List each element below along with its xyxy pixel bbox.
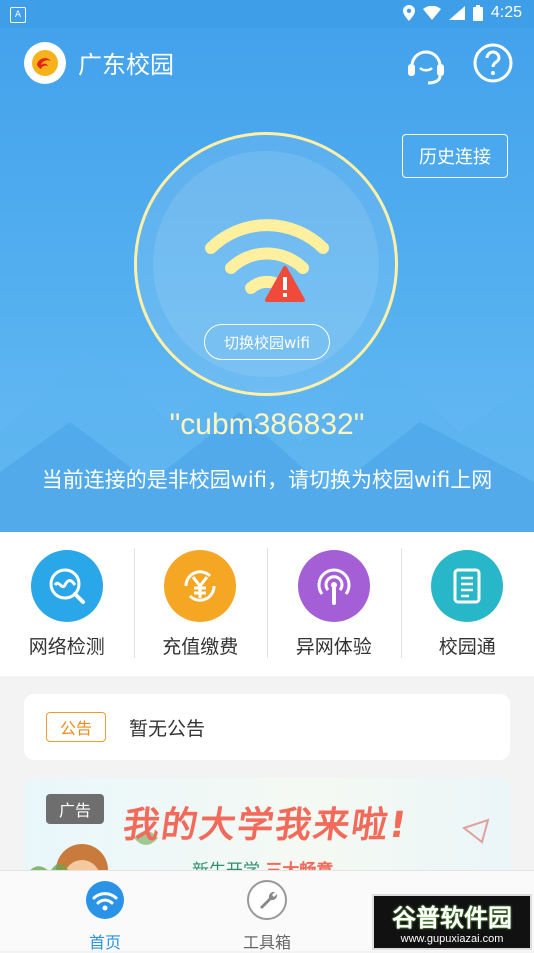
home-wifi-icon <box>84 879 126 921</box>
watermark-url: www.gupuxiazai.com <box>374 933 530 945</box>
nav-toolbox[interactable]: 工具箱 <box>222 879 312 953</box>
notice-card[interactable]: 公告 暂无公告 <box>24 694 510 760</box>
history-connection-button[interactable]: 历史连接 <box>402 134 508 178</box>
wifi-signal-icon <box>423 6 441 20</box>
feature-label: 充值缴费 <box>162 632 238 659</box>
feature-label: 异网体验 <box>296 632 372 659</box>
cell-signal-icon <box>449 6 465 20</box>
feature-other-network[interactable]: 异网体验 <box>267 532 401 676</box>
headset-icon <box>404 42 448 86</box>
app-bar: 广东校园 <box>0 28 534 98</box>
logo-icon <box>30 48 60 78</box>
notification-badge-icon: A <box>10 7 26 23</box>
feature-recharge[interactable]: 充值缴费 <box>134 532 268 676</box>
battery-icon <box>473 5 483 21</box>
banner-headline: 我的大学我来啦! <box>120 796 412 848</box>
notice-badge: 公告 <box>46 712 106 742</box>
help-icon <box>472 42 514 84</box>
status-icons: 4:25 <box>403 4 522 22</box>
feature-campus-pass[interactable]: 校园通 <box>401 532 534 676</box>
wrench-icon <box>246 879 288 921</box>
current-ssid: "cubm386832" <box>0 408 534 442</box>
help-button[interactable] <box>472 42 514 84</box>
app-title: 广东校园 <box>78 45 174 80</box>
switch-wifi-button[interactable]: 切换校园wifi <box>204 324 330 360</box>
notice-text: 暂无公告 <box>129 714 205 741</box>
feature-label: 网络检测 <box>29 632 105 659</box>
recharge-yen-icon <box>164 550 236 622</box>
nav-home[interactable]: 首页 <box>60 879 150 953</box>
nav-label: 首页 <box>60 929 150 953</box>
feature-grid: 网络检测 充值缴费 异网体验 校园通 <box>0 532 534 676</box>
location-icon <box>403 5 415 21</box>
feature-network-test[interactable]: 网络检测 <box>0 532 134 676</box>
connection-message: 当前连接的是非校园wifi，请切换为校园wifi上网 <box>40 464 494 496</box>
nav-label: 工具箱 <box>222 929 312 953</box>
app-logo <box>24 42 66 84</box>
wifi-warning-icon <box>205 208 329 308</box>
feature-label: 校园通 <box>439 632 496 659</box>
clock: 4:25 <box>491 4 522 22</box>
watermark-title: 谷普软件园 <box>374 898 530 933</box>
status-bar: A 4:25 <box>0 0 534 28</box>
network-test-icon <box>31 550 103 622</box>
customer-service-button[interactable] <box>404 42 448 86</box>
podcast-icon <box>298 550 370 622</box>
hero-section: 广东校园 历史连接 切换校园wifi " <box>0 28 534 532</box>
watermark-logo: 谷普软件园 www.gupuxiazai.com <box>372 894 532 950</box>
document-icon <box>431 550 503 622</box>
